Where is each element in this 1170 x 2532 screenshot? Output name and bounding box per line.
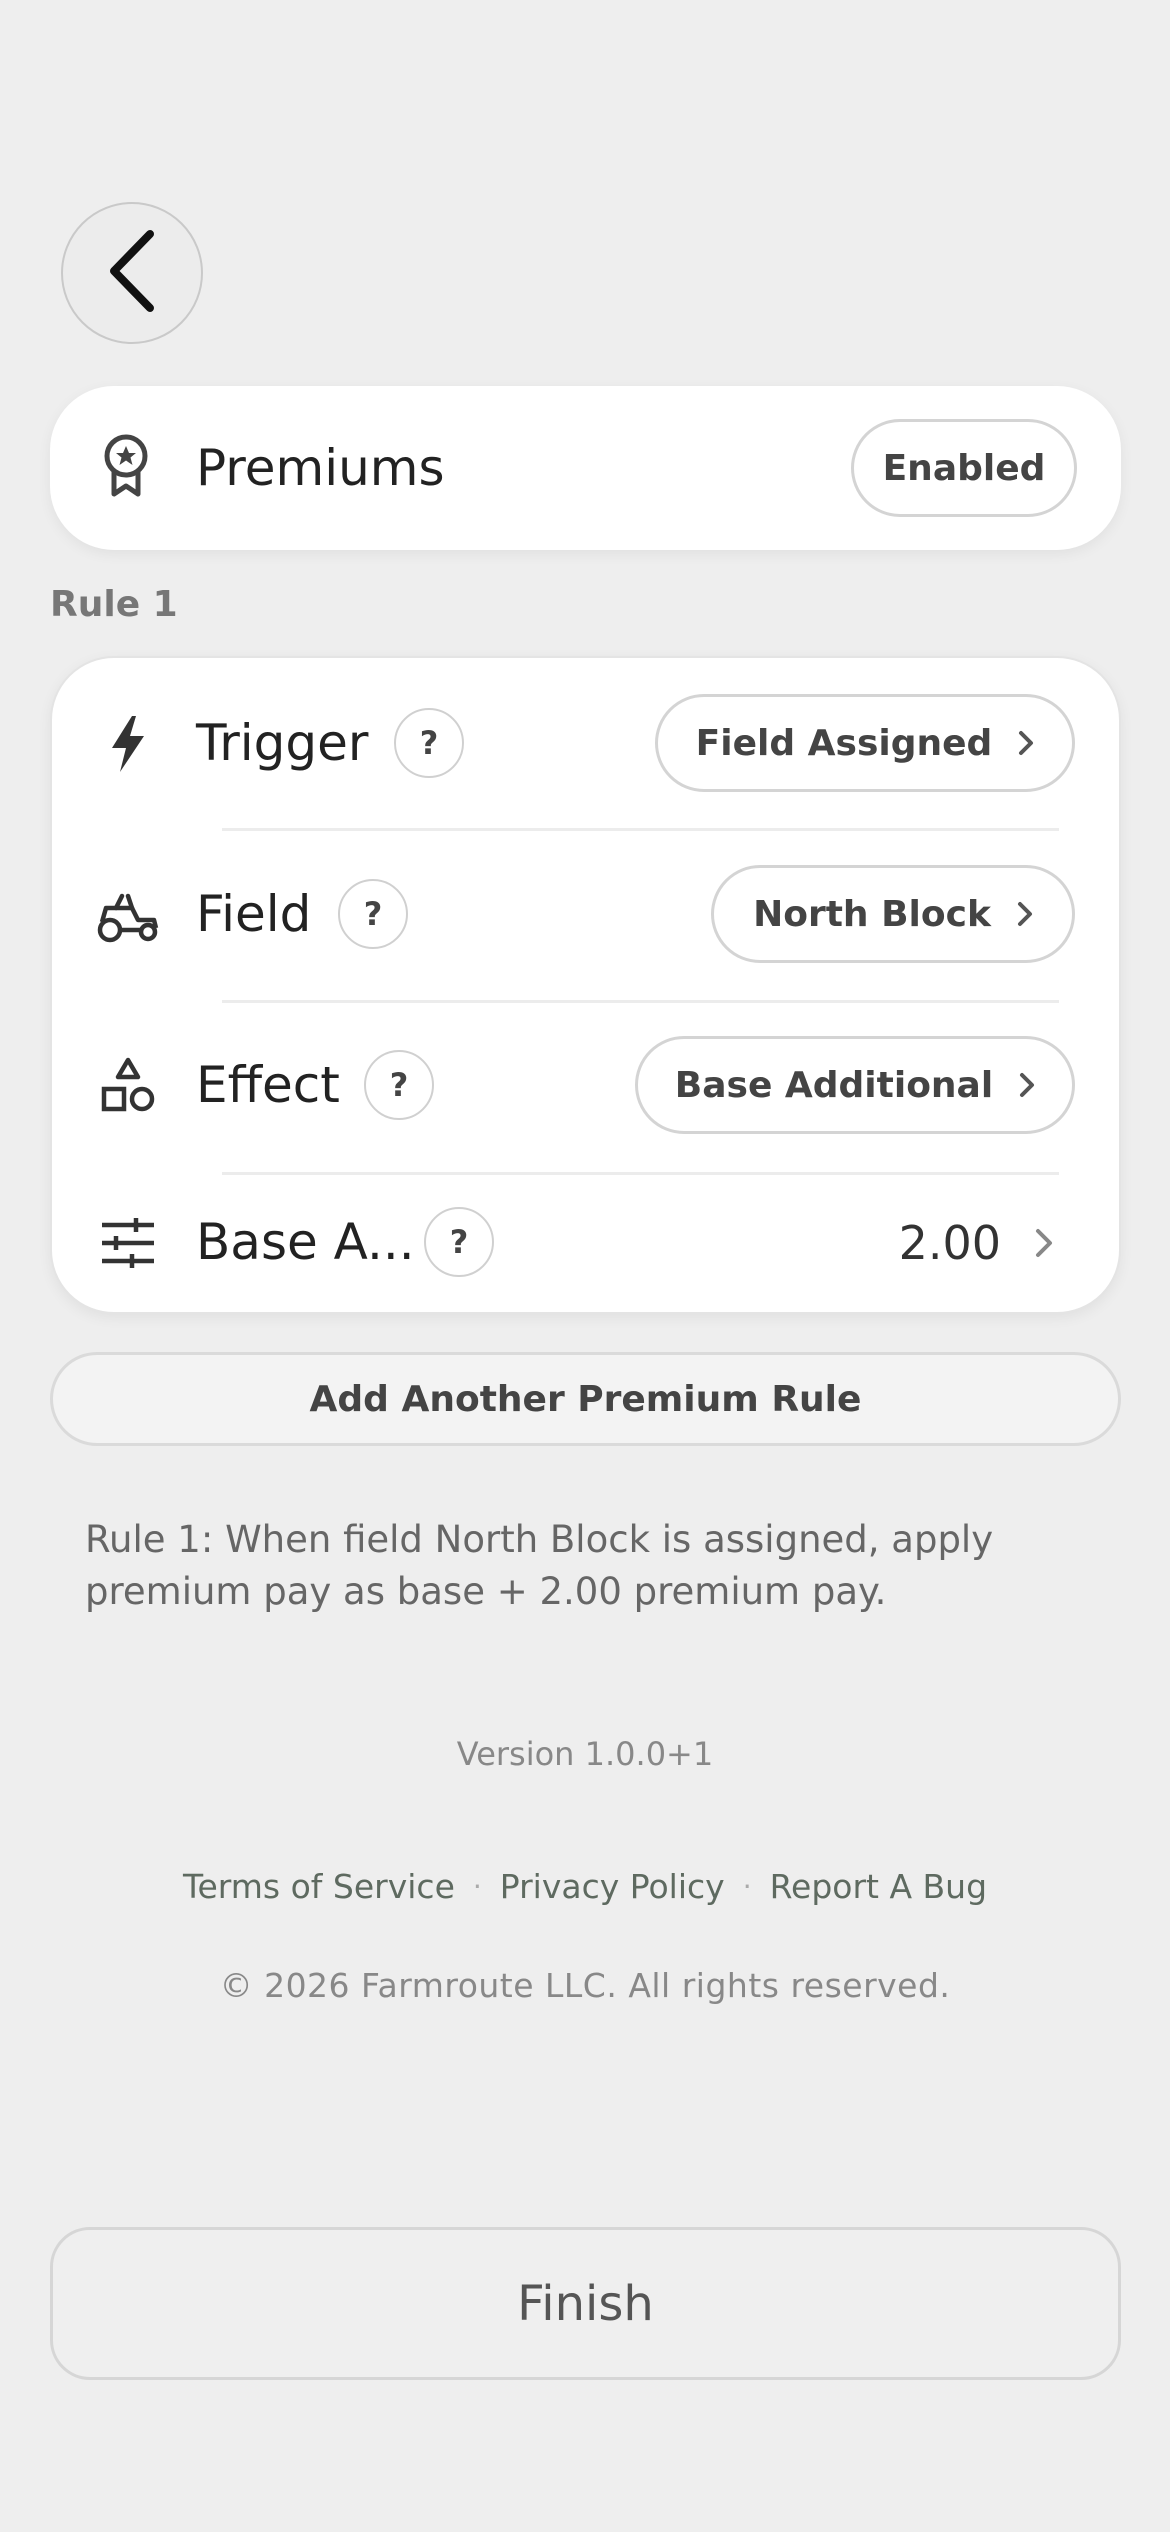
rule-title: Rule 1: [50, 584, 178, 625]
premiums-status-toggle[interactable]: Enabled: [851, 419, 1077, 517]
back-button[interactable]: [61, 202, 203, 344]
base-amount-value: 2.00: [898, 1216, 1001, 1270]
base-amount-help-button[interactable]: ?: [424, 1207, 494, 1277]
privacy-policy-link[interactable]: Privacy Policy: [500, 1867, 725, 1906]
chevron-right-icon: [1019, 1072, 1035, 1098]
effect-label: Effect: [196, 1056, 340, 1114]
finish-button[interactable]: Finish: [50, 2227, 1121, 2380]
link-separator: ·: [472, 1870, 482, 1903]
effect-help-button[interactable]: ?: [364, 1050, 434, 1120]
sliders-icon: [96, 1211, 160, 1275]
field-select[interactable]: North Block: [711, 865, 1075, 963]
chevron-right-icon: [1018, 730, 1034, 756]
lightning-icon: [96, 712, 160, 776]
premiums-card: Premiums Enabled: [50, 386, 1121, 550]
add-premium-rule-button[interactable]: Add Another Premium Rule: [50, 1352, 1121, 1446]
chevron-right-icon: [1035, 1228, 1053, 1262]
divider: [222, 1172, 1059, 1175]
version-text: Version 1.0.0+1: [456, 1735, 714, 1773]
terms-of-service-link[interactable]: Terms of Service: [183, 1867, 455, 1906]
base-amount-value-button[interactable]: 2.00: [819, 1198, 1079, 1288]
trigger-help-button[interactable]: ?: [394, 708, 464, 778]
effect-value: Base Additional: [674, 1064, 994, 1106]
rule-card: Trigger ? Field Assigned Field ? North B…: [50, 656, 1121, 1314]
trigger-value: Field Assigned: [695, 722, 993, 764]
base-amount-label: Base A...: [196, 1213, 415, 1271]
field-label: Field: [196, 885, 312, 943]
field-help-button[interactable]: ?: [338, 879, 408, 949]
tractor-icon: [96, 886, 160, 950]
footer-links: Terms of Service · Privacy Policy · Repo…: [0, 1867, 1170, 1906]
chevron-right-icon: [1017, 901, 1033, 927]
link-separator: ·: [742, 1870, 752, 1903]
effect-select[interactable]: Base Additional: [635, 1036, 1075, 1134]
divider: [222, 828, 1059, 831]
premiums-status-label: Enabled: [882, 447, 1046, 489]
report-bug-link[interactable]: Report A Bug: [770, 1867, 987, 1906]
trigger-label: Trigger: [196, 714, 369, 772]
award-ribbon-icon: [94, 434, 158, 498]
chevron-left-icon: [104, 228, 160, 318]
divider: [222, 1000, 1059, 1003]
rule-summary: Rule 1: When field North Block is assign…: [85, 1518, 994, 1613]
premiums-title: Premiums: [196, 439, 445, 497]
trigger-select[interactable]: Field Assigned: [655, 694, 1075, 792]
shapes-icon: [96, 1054, 160, 1118]
copyright-text: © 2026 Farmroute LLC. All rights reserve…: [219, 1966, 951, 2005]
premium-rules-screen: Premiums Enabled Rule 1 Trigger ? Field …: [0, 0, 1170, 2532]
field-value: North Block: [753, 893, 991, 935]
